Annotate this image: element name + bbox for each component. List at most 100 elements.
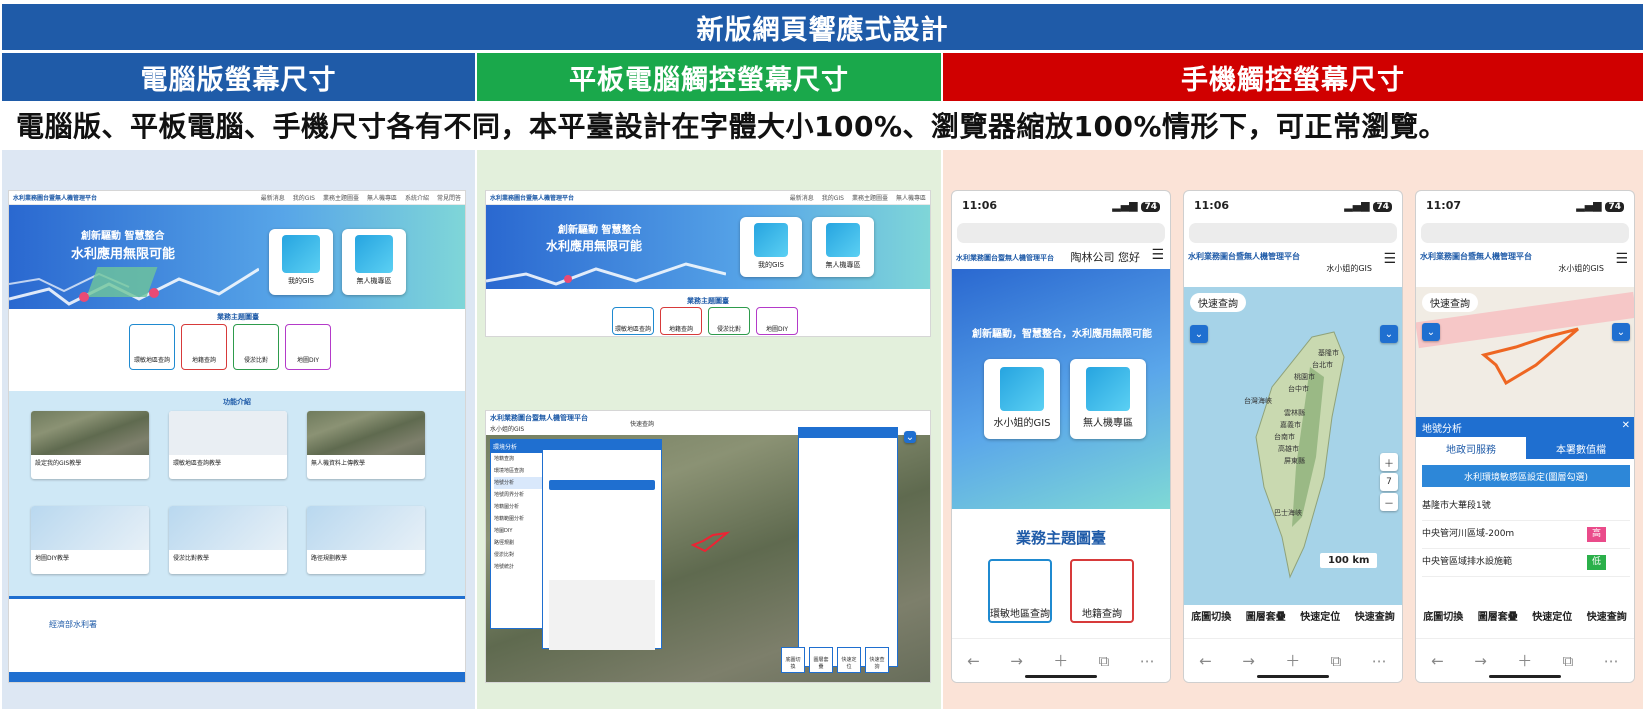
- user-greeting[interactable]: 陶林公司 您好: [1071, 249, 1141, 265]
- tab-land-office[interactable]: 地政司服務: [1416, 437, 1526, 459]
- phone-logo[interactable]: 水利業務圖台暨無人機管理平台: [1188, 251, 1300, 262]
- expand-icon[interactable]: ⌄: [1422, 323, 1440, 341]
- locate-button[interactable]: 快速定位: [837, 647, 861, 673]
- hamburger-icon[interactable]: ☰: [1615, 251, 1628, 267]
- collapse-icon[interactable]: ⌄: [904, 431, 916, 443]
- forward-icon[interactable]: →: [1010, 652, 1023, 670]
- desktop-logo[interactable]: 水利業務圖台暨無人機管理平台: [13, 193, 97, 202]
- menu-item[interactable]: 地號周界分析: [494, 489, 543, 501]
- new-tab-icon[interactable]: ＋: [1285, 650, 1300, 671]
- menu-item[interactable]: 地籍範圍分析: [494, 513, 543, 525]
- more-icon[interactable]: ⋯: [1372, 652, 1387, 670]
- menu-item[interactable]: 地圖DIY: [494, 525, 543, 537]
- theme-cadastre[interactable]: 地籍查詢: [181, 324, 227, 370]
- feature-card[interactable]: 無人機資料上傳教學: [307, 411, 425, 479]
- tile-drone[interactable]: 無人機專區: [342, 229, 406, 295]
- feature-card[interactable]: 侵淤比對教學: [169, 506, 287, 574]
- nav-item[interactable]: 我的GIS: [822, 193, 844, 202]
- nav-item[interactable]: 最新消息: [261, 193, 285, 202]
- tile-my-gis[interactable]: 我的GIS: [740, 217, 802, 277]
- expand-icon[interactable]: ⌄: [1190, 325, 1208, 343]
- hamburger-icon[interactable]: ☰: [1383, 251, 1396, 267]
- basemap-button[interactable]: 底圖切換: [1420, 611, 1466, 639]
- locate-button[interactable]: 快速定位: [1297, 611, 1343, 639]
- close-icon[interactable]: ✕: [1622, 420, 1630, 431]
- menu-item[interactable]: 侵淤比對: [494, 549, 543, 561]
- nav-item[interactable]: 業務主題圖臺: [323, 193, 359, 202]
- drone-icon: [826, 223, 860, 257]
- feature-thumbnail: [169, 506, 287, 550]
- more-icon[interactable]: ⋯: [1604, 652, 1619, 670]
- nav-item[interactable]: 常見問答: [437, 193, 461, 202]
- menu-item[interactable]: 地號統計: [494, 561, 543, 573]
- back-icon[interactable]: ←: [967, 652, 980, 670]
- menu-item[interactable]: 路徑規劃: [494, 537, 543, 549]
- nav-item[interactable]: 系統介紹: [405, 193, 429, 202]
- search-button[interactable]: 快速查詢: [865, 647, 889, 673]
- basemap-button[interactable]: 底圖切換: [781, 647, 805, 673]
- nav-item[interactable]: 最新消息: [790, 193, 814, 202]
- theme-diy[interactable]: 地圖DIY: [285, 324, 331, 370]
- collapse-icon[interactable]: ⌄: [1380, 325, 1398, 343]
- collapse-icon[interactable]: ⌄: [1612, 323, 1630, 341]
- tabs-icon[interactable]: ⧉: [1331, 652, 1342, 670]
- theme-env[interactable]: 環敏地區查詢: [129, 324, 175, 370]
- tabs-icon[interactable]: ⧉: [1099, 652, 1110, 670]
- theme-env[interactable]: 環敏地區查詢: [988, 559, 1052, 623]
- nav-item[interactable]: 業務主題圖臺: [852, 193, 888, 202]
- zoom-out-icon[interactable]: －: [1380, 493, 1398, 511]
- sensitive-area-button[interactable]: 水利環境敏感區設定(圖層勾選): [1422, 465, 1630, 487]
- theme-cadastre[interactable]: 地籍查詢: [660, 307, 702, 335]
- address-bar[interactable]: [1421, 223, 1629, 243]
- new-tab-icon[interactable]: ＋: [1517, 650, 1532, 671]
- nav-item[interactable]: 我的GIS: [293, 193, 315, 202]
- basemap-button[interactable]: 底圖切換: [1188, 611, 1234, 639]
- submit-button[interactable]: [549, 480, 655, 490]
- quick-search-button[interactable]: 快速查詢: [1190, 293, 1246, 312]
- menu-item[interactable]: 地號分析: [494, 477, 543, 489]
- feature-card[interactable]: 地圖DIY教學: [31, 506, 149, 574]
- theme-env[interactable]: 環敏地區查詢: [612, 307, 654, 335]
- theme-compare[interactable]: 侵淤比對: [233, 324, 279, 370]
- feature-card[interactable]: 環敏地區查詢教學: [169, 411, 287, 479]
- tab-agency-data[interactable]: 本署數值檔: [1526, 437, 1634, 459]
- theme-compare[interactable]: 侵淤比對: [708, 307, 750, 335]
- layers-button[interactable]: 圖層套疊: [1475, 611, 1521, 639]
- phone-logo[interactable]: 水利業務圖台暨無人機管理平台: [956, 253, 1054, 263]
- map-logo[interactable]: 水利業務圖台暨無人機管理平台: [490, 413, 588, 423]
- phone-hero: 創新驅動，智慧整合，水利應用無限可能 水小姐的GIS 無人機專區: [952, 269, 1170, 509]
- tile-my-gis[interactable]: 我的GIS: [269, 229, 333, 295]
- theme-cadastre[interactable]: 地籍查詢: [1070, 559, 1134, 623]
- tile-my-gis[interactable]: 水小姐的GIS: [984, 359, 1060, 439]
- theme-diy[interactable]: 地圖DIY: [756, 307, 798, 335]
- quick-search-button[interactable]: 快速查詢: [1422, 293, 1478, 312]
- feature-card[interactable]: 設定我的GIS教學: [31, 411, 149, 479]
- address-bar[interactable]: [1189, 223, 1397, 243]
- menu-item[interactable]: 環境地區查詢: [494, 465, 543, 477]
- forward-icon[interactable]: →: [1474, 652, 1487, 670]
- address-bar[interactable]: [957, 223, 1165, 243]
- menu-item[interactable]: 地籍查詢: [494, 453, 543, 465]
- zoom-in-icon[interactable]: ＋: [1380, 453, 1398, 471]
- quick-search-button[interactable]: 快速查詢: [624, 417, 661, 430]
- new-tab-icon[interactable]: ＋: [1053, 650, 1068, 671]
- tile-drone[interactable]: 無人機專區: [812, 217, 874, 277]
- tile-drone[interactable]: 無人機專區: [1070, 359, 1146, 439]
- hamburger-icon[interactable]: ☰: [1151, 247, 1164, 263]
- forward-icon[interactable]: →: [1242, 652, 1255, 670]
- back-icon[interactable]: ←: [1199, 652, 1212, 670]
- layers-button[interactable]: 圖層套疊: [1243, 611, 1289, 639]
- back-icon[interactable]: ←: [1431, 652, 1444, 670]
- search-button[interactable]: 快速查詢: [1352, 611, 1398, 639]
- layers-button[interactable]: 圖層套疊: [809, 647, 833, 673]
- nav-item[interactable]: 無人機專區: [367, 193, 397, 202]
- locate-button[interactable]: 快速定位: [1529, 611, 1575, 639]
- phone-logo[interactable]: 水利業務圖台暨無人機管理平台: [1420, 251, 1532, 262]
- search-button[interactable]: 快速查詢: [1584, 611, 1630, 639]
- nav-item[interactable]: 無人機專區: [896, 193, 926, 202]
- more-icon[interactable]: ⋯: [1140, 652, 1155, 670]
- tabs-icon[interactable]: ⧉: [1563, 652, 1574, 670]
- feature-card[interactable]: 路徑規劃教學: [307, 506, 425, 574]
- menu-item[interactable]: 地籍圖分析: [494, 501, 543, 513]
- tablet-logo[interactable]: 水利業務圖台暨無人機管理平台: [490, 193, 574, 202]
